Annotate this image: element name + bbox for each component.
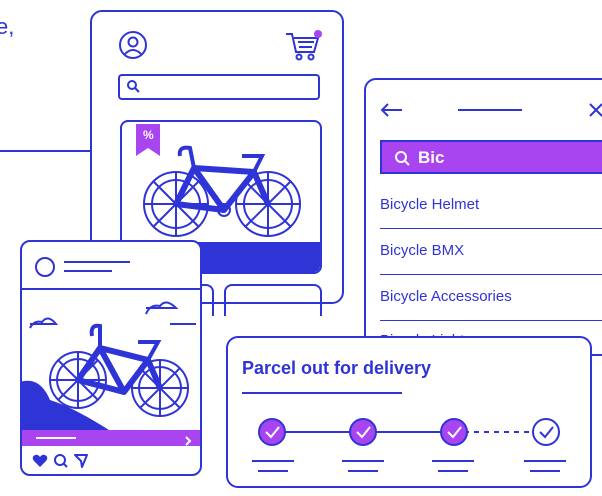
social-post (20, 240, 202, 476)
comment-icon[interactable] (54, 454, 68, 473)
delivery-tracker: Parcel out for delivery (226, 336, 592, 488)
share-icon[interactable] (74, 454, 88, 473)
heart-icon[interactable] (32, 454, 48, 473)
intro-text-line-1: e, (0, 14, 15, 39)
search-panel: Bic Bicycle Helmet Bicycle BMX Bicycle A… (364, 78, 602, 356)
cart-icon[interactable] (284, 26, 324, 67)
result-divider (380, 228, 602, 229)
profile-meta-line (64, 270, 112, 272)
profile-name-line (64, 261, 130, 263)
step-label-line (432, 460, 474, 462)
search-icon (126, 79, 140, 98)
step-label-line (438, 470, 468, 472)
post-progress-bar[interactable] (22, 430, 200, 446)
step-label-line (524, 460, 566, 462)
result-divider (380, 320, 602, 321)
close-icon[interactable] (588, 102, 602, 123)
search-result-item[interactable]: Bicycle Helmet (380, 196, 479, 213)
result-divider (380, 274, 602, 275)
secondary-card-right (224, 284, 322, 316)
search-query-text: Bic (418, 148, 445, 167)
post-image (20, 288, 202, 432)
progress-line (36, 437, 76, 439)
step-label-line (348, 470, 378, 472)
title-divider (242, 392, 402, 394)
search-icon (394, 150, 410, 171)
step-label-line (252, 460, 294, 462)
step-label-line (342, 460, 384, 462)
search-result-item[interactable]: Bicycle BMX (380, 242, 464, 259)
header-line (458, 109, 522, 111)
shop-search-bar[interactable] (118, 74, 320, 100)
user-icon[interactable] (118, 30, 148, 65)
delivery-title: Parcel out for delivery (242, 358, 432, 378)
profile-avatar (34, 256, 56, 283)
chevron-right-icon[interactable] (184, 433, 192, 451)
bicycle-icon (138, 138, 306, 245)
back-arrow-icon[interactable] (380, 102, 404, 123)
search-query-bar[interactable]: Bic (380, 140, 602, 174)
step-label-line (530, 470, 560, 472)
search-result-item[interactable]: Bicycle Accessories (380, 288, 512, 305)
connector-line (0, 150, 92, 152)
step-label-line (258, 470, 288, 472)
post-scene (20, 290, 202, 432)
delivery-progress (258, 418, 560, 446)
